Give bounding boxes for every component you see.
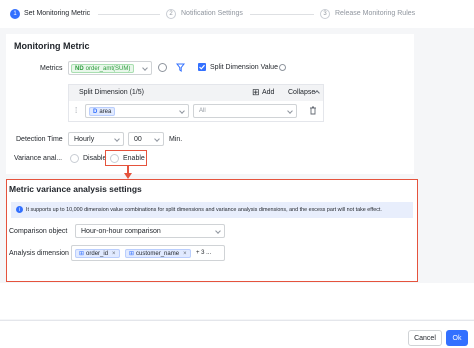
delete-icon[interactable]	[309, 106, 317, 115]
dimension-select[interactable]: D area	[85, 104, 189, 118]
chevron-down-icon	[215, 228, 221, 234]
variance-settings-title: Metric variance analysis settings	[9, 184, 142, 194]
detection-time-label: Detection Time	[16, 136, 63, 143]
step-3-number: 3	[320, 9, 330, 19]
analysis-dimension-label: Analysis dimension	[9, 250, 69, 257]
metric-tag-value: order_amt(SUM)	[85, 65, 131, 72]
dimension-tag-value: customer_name	[136, 250, 180, 257]
content-spacer	[0, 283, 474, 319]
split-dimension-header: Split Dimension (1/5)	[79, 89, 144, 96]
cancel-button[interactable]: Cancel	[408, 330, 442, 346]
step-connector	[98, 14, 160, 15]
metric-tag-prefix: ND	[75, 65, 84, 72]
minute-unit: Min.	[169, 136, 183, 143]
dimension-icon: ⊞	[79, 251, 85, 257]
disable-label: Disable	[83, 155, 107, 162]
split-dimension-box: Split Dimension (1/5) ⊞ Add Collapse ⁞ D…	[68, 84, 324, 122]
disable-radio[interactable]	[70, 154, 79, 163]
detection-frequency-select[interactable]: Hourly	[68, 132, 124, 146]
chevron-down-icon	[179, 108, 185, 114]
variance-analysis-label: Variance anal...	[14, 155, 63, 162]
dimension-value-select[interactable]: All	[193, 104, 297, 118]
info-icon: i	[16, 206, 23, 213]
close-icon[interactable]: ×	[183, 251, 187, 257]
add-icon[interactable]: ⊞	[252, 87, 260, 98]
enable-label: Enable	[123, 155, 145, 162]
detection-minute-select[interactable]: 00	[128, 132, 164, 146]
step-2-label[interactable]: Notification Settings	[181, 10, 243, 17]
checkmark-icon	[199, 64, 205, 70]
close-icon[interactable]: ×	[112, 251, 116, 257]
dimension-tag: D area	[89, 107, 116, 116]
footer-bar: Cancel Ok	[0, 320, 474, 348]
comparison-object-select[interactable]: Hour-on-hour comparison	[75, 224, 225, 238]
metric-tag: ND order_amt(SUM)	[71, 64, 135, 73]
step-1-number: 1	[10, 9, 20, 19]
detection-frequency-value: Hourly	[74, 136, 95, 143]
step-2-number: 2	[166, 9, 176, 19]
add-button[interactable]: Add	[262, 89, 274, 96]
ok-button[interactable]: Ok	[446, 330, 468, 346]
dimension-tag: ⊞ order_id ×	[75, 249, 120, 258]
all-placeholder: All	[199, 108, 206, 114]
comparison-object-value: Hour-on-hour comparison	[81, 228, 161, 235]
comparison-object-label: Comparison object	[9, 228, 68, 235]
info-banner: i It supports up to 10,000 dimension val…	[11, 202, 413, 218]
step-1-label[interactable]: Set Monitoring Metric	[24, 10, 90, 17]
variance-settings-panel: Metric variance analysis settings i It s…	[6, 179, 418, 282]
monitoring-metric-title: Monitoring Metric	[14, 41, 90, 51]
chevron-down-icon	[142, 65, 148, 71]
dimension-icon: ⊞	[129, 251, 135, 257]
detection-minute-value: 00	[134, 136, 142, 143]
dimension-tag-value: order_id	[86, 250, 109, 257]
step-connector	[250, 14, 314, 15]
location-icon: D	[93, 108, 98, 115]
split-dimension-checkbox[interactable]	[198, 63, 206, 71]
split-dimension-row: ⁞ D area All	[69, 101, 323, 121]
monitoring-metric-panel: Monitoring Metric Metrics ND order_amt(S…	[6, 34, 414, 174]
dimension-tag: ⊞ customer_name ×	[125, 249, 191, 258]
chevron-down-icon	[287, 108, 293, 114]
info-icon	[158, 63, 167, 72]
info-icon	[279, 64, 286, 71]
analysis-dimension-select[interactable]: ⊞ order_id × ⊞ customer_name × + 3 ...	[71, 245, 225, 261]
metrics-select[interactable]: ND order_amt(SUM)	[68, 61, 152, 75]
metrics-label: Metrics	[40, 65, 63, 72]
more-dimensions-count: + 3 ...	[196, 250, 212, 256]
step-bar: 1 Set Monitoring Metric 2 Notification S…	[0, 0, 474, 28]
chevron-down-icon	[114, 136, 120, 142]
filter-icon[interactable]	[176, 63, 185, 72]
step-3-label[interactable]: Release Monitoring Rules	[335, 10, 415, 17]
split-dimension-label: Split Dimension Value	[210, 64, 278, 71]
collapse-button[interactable]: Collapse	[288, 89, 315, 96]
drag-handle-icon[interactable]: ⁞	[75, 106, 77, 115]
chevron-down-icon	[154, 136, 160, 142]
info-banner-text: It supports up to 10,000 dimension value…	[26, 206, 382, 213]
enable-radio[interactable]	[110, 154, 119, 163]
dimension-tag-value: area	[99, 108, 112, 115]
